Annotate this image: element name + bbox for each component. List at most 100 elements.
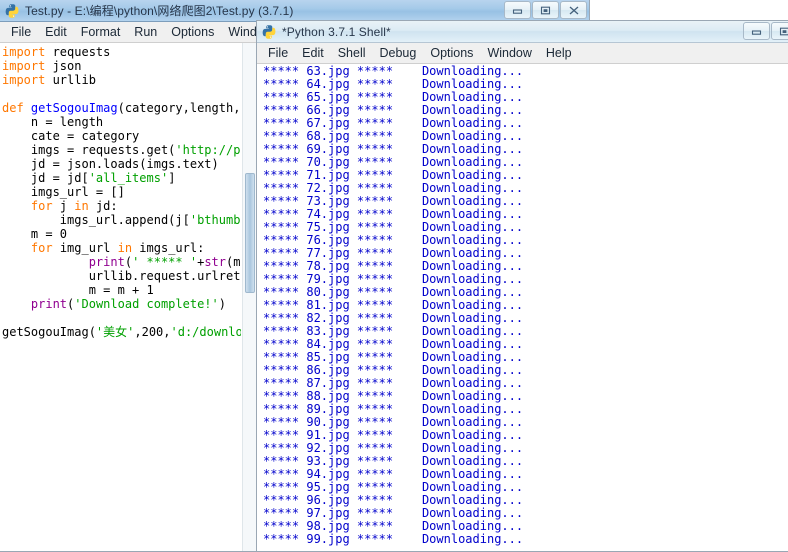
code-token: m = m + 1 [2,283,154,297]
code-line[interactable] [2,87,241,101]
code-token: urllib.request.urlretriev [88,269,241,283]
code-token: import [2,59,46,73]
desktop: Test.py - E:\编程\python\网络爬图2\Test.py (3.… [0,0,788,552]
code-token: for [30,241,53,255]
code-token: j [52,199,75,213]
shell-menu-window[interactable]: Window [480,45,538,61]
editor-menu-options[interactable]: Options [164,24,221,40]
code-token: import [2,45,46,59]
code-token: (category,length,path [117,101,241,115]
code-token: ,200, [134,325,171,339]
editor-menu-edit[interactable]: Edit [38,24,74,40]
code-token: 'bthumbUrl' [189,213,241,227]
code-line[interactable]: import json [2,59,241,73]
shell-menu-help[interactable]: Help [539,45,579,61]
code-token: ) [218,297,226,311]
code-token: ( [124,255,133,269]
shell-menubar[interactable]: File Edit Shell Debug Options Window Help [257,43,788,64]
code-line[interactable]: import urllib [2,73,241,87]
minimize-button[interactable] [743,22,770,40]
code-line[interactable]: print(' ***** '+str(m)+'.j [2,255,241,269]
code-line[interactable] [2,311,241,325]
code-token: ' ***** ' [132,255,198,269]
code-token: 'all_items' [88,171,169,185]
code-line[interactable]: urllib.request.urlretriev [2,269,241,283]
code-line[interactable]: imgs_url = [] [2,185,241,199]
code-token: jd = json.loads(imgs.text) [2,157,219,171]
code-line[interactable]: getSogouImag('美女',200,'d:/download/ [2,325,241,339]
code-line[interactable]: n = length [2,115,241,129]
code-token: img_url [52,241,118,255]
code-token: imgs = requests.get( [2,143,176,157]
shell-window-buttons[interactable] [742,22,788,40]
code-token: m = 0 [2,227,68,241]
editor-vertical-scrollbar[interactable] [242,43,257,551]
shell-output-content[interactable]: ***** 63.jpg ***** Downloading... ***** 6… [263,65,788,551]
python-logo-icon [4,3,20,19]
code-token: cate = category [2,129,140,143]
editor-menu-file[interactable]: File [4,24,38,40]
shell-menu-file[interactable]: File [261,45,295,61]
code-line[interactable]: import requests [2,45,241,59]
shell-menu-shell[interactable]: Shell [331,45,373,61]
code-line[interactable]: jd = jd['all_items'] [2,171,241,185]
code-token: (m)+ [226,255,241,269]
shell-title: *Python 3.7.1 Shell* [282,24,391,39]
code-token: requests [45,45,111,59]
code-line[interactable]: for j in jd: [2,199,241,213]
code-token: imgs_url.append(j[ [2,213,190,227]
editor-titlebar[interactable]: Test.py - E:\编程\python\网络爬图2\Test.py (3.… [0,0,589,22]
editor-title: Test.py - E:\编程\python\网络爬图2\Test.py (3.… [25,4,294,18]
code-token: urllib [45,73,96,87]
restore-button[interactable] [532,1,559,19]
code-token: imgs_url = [] [2,185,125,199]
code-token: import [2,73,46,87]
editor-window-buttons[interactable] [503,1,587,19]
editor-scroll-thumb[interactable] [245,173,255,293]
code-token: str [204,255,227,269]
code-token: ] [168,171,176,185]
shell-titlebar[interactable]: *Python 3.7.1 Shell* [257,21,788,43]
code-line[interactable]: m = m + 1 [2,283,241,297]
code-token: getSogouImag( [2,325,96,339]
code-token: 'Download complete!' [74,297,219,311]
code-line[interactable]: imgs_url.append(j['bthumbUrl' [2,213,241,227]
code-line[interactable]: m = 0 [2,227,241,241]
close-button[interactable] [560,1,587,19]
code-line[interactable]: print('Download complete!') [2,297,241,311]
shell-menu-edit[interactable]: Edit [295,45,331,61]
shell-output-pane[interactable]: ***** 63.jpg ***** Downloading... ***** 6… [257,64,788,551]
shell-window[interactable]: *Python 3.7.1 Shell* File Edit Shell Debug O… [256,20,788,552]
editor-menu-format[interactable]: Format [74,24,128,40]
minimize-button[interactable] [504,1,531,19]
code-token: jd = jd[ [2,171,89,185]
code-line[interactable]: for img_url in imgs_url: [2,241,241,255]
code-token: n = length [2,115,104,129]
restore-button[interactable] [771,22,788,40]
code-token: 'http://pic.s [175,143,241,157]
shell-menu-debug[interactable]: Debug [373,45,424,61]
python-logo-icon [261,24,277,40]
code-token: print [30,297,68,311]
code-line[interactable]: cate = category [2,129,241,143]
code-token: getSogouImag [30,101,118,115]
code-token: imgs_url: [132,241,205,255]
editor-code-content[interactable]: import requests import json import urllib … [2,45,241,551]
shell-menu-options[interactable]: Options [423,45,480,61]
code-token: in [74,199,89,213]
code-token: json [45,59,82,73]
code-token: in [117,241,133,255]
code-token: 'd:/download/ [170,325,242,339]
code-line[interactable]: def getSogouImag(category,length,path [2,101,241,115]
code-token: jd: [88,199,118,213]
editor-menu-run[interactable]: Run [127,24,164,40]
editor-text-pane[interactable]: import requests import json import urllib … [0,43,258,551]
code-token: for [30,199,53,213]
code-line[interactable]: jd = json.loads(imgs.text) [2,157,241,171]
code-line[interactable]: imgs = requests.get('http://pic.s [2,143,241,157]
